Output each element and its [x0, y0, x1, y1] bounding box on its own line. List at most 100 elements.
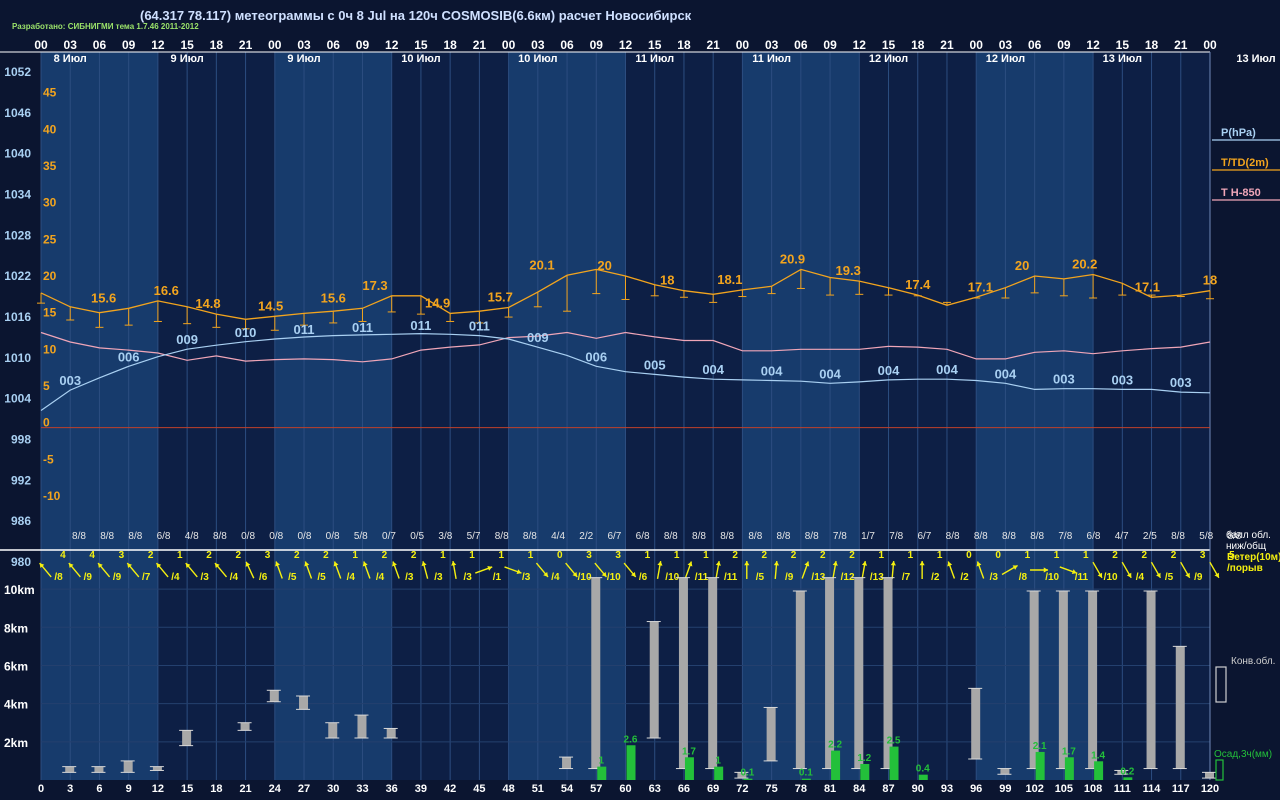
pressure-label: 006: [585, 349, 607, 364]
wind-gust: /4: [171, 572, 180, 583]
wind-legend: /порыв: [1227, 563, 1263, 574]
cloud-cover-label: 0/7: [382, 531, 396, 542]
wind-gust: /10: [1045, 572, 1059, 583]
pressure-label: 011: [469, 319, 490, 334]
wind-speed: 4: [60, 550, 66, 561]
cloud-cover-label: 5/8: [1199, 531, 1213, 542]
wind-speed: 1: [499, 550, 505, 561]
height-tick: 8km: [4, 621, 28, 635]
pressure-label: 004: [702, 362, 724, 377]
forecast-hour-label: 105: [1055, 783, 1073, 795]
hour-label: 12: [619, 38, 633, 52]
forecast-hour-label: 57: [590, 783, 602, 795]
precip-bar: [889, 746, 899, 780]
wind-speed: 1: [177, 550, 183, 561]
temp-tick: 35: [43, 159, 57, 173]
pressure-tick: 1010: [4, 351, 31, 365]
wind-gust: /4: [376, 572, 385, 583]
hour-label: 03: [531, 38, 545, 52]
wind-gust: /7: [142, 572, 151, 583]
forecast-hour-label: 69: [707, 783, 719, 795]
pressure-label: 011: [410, 318, 431, 333]
precip-bar: [1064, 757, 1074, 780]
cloud-cover-label: 0/8: [326, 531, 340, 542]
forecast-hour-label: 111: [1114, 783, 1131, 795]
temperature-label: 15.6: [91, 290, 116, 305]
wind-gust: /8: [54, 572, 63, 583]
wind-gust: /9: [785, 572, 794, 583]
temperature-label: 15.7: [488, 290, 513, 305]
precip-label: 1: [598, 756, 604, 767]
forecast-hour-label: 48: [502, 783, 514, 795]
forecast-hour-label: 72: [736, 783, 748, 795]
forecast-hour-label: 39: [415, 783, 427, 795]
hour-label: 21: [473, 38, 487, 52]
wind-speed: 1: [1025, 550, 1031, 561]
cloud-cover-label: 5/8: [354, 531, 368, 542]
precip-legend-icon: [1215, 759, 1224, 781]
wind-speed: 1: [703, 550, 709, 561]
precip-label: 1.7: [682, 746, 696, 757]
wind-speed: 2: [762, 550, 768, 561]
forecast-hour-label: 21: [239, 783, 251, 795]
convective-cloud: [299, 696, 309, 710]
wind-gust: /3: [464, 572, 473, 583]
cloud-cover-label: 7/8: [1058, 531, 1072, 542]
wind-speed: 1: [528, 550, 534, 561]
temp-tick: 45: [43, 86, 57, 100]
pressure-tick: 1016: [4, 310, 31, 324]
cloud-cover-label: 8/8: [213, 531, 227, 542]
temperature-label: 20.1: [529, 257, 554, 272]
cloud-cover-label: 6/8: [636, 531, 650, 542]
cloud-cover-label: 8/8: [72, 531, 86, 542]
temp-tick: 15: [43, 306, 57, 320]
legend-temperature: T/TD(2m): [1221, 157, 1269, 169]
temp-tick: 20: [43, 269, 57, 283]
precip-label: 0.2: [1120, 766, 1134, 777]
cloud-cover-label: 5/7: [467, 531, 481, 542]
hour-label: 06: [93, 38, 107, 52]
precip-bar: [860, 763, 870, 780]
cloud-cover-label: 8/8: [805, 531, 819, 542]
precip-bar: [1123, 777, 1133, 780]
convective-cloud: [795, 591, 805, 769]
hour-label: 18: [210, 38, 224, 52]
forecast-hour-label: 18: [210, 783, 222, 795]
pressure-tick: 1004: [4, 392, 31, 406]
temperature-label: 20.2: [1072, 257, 1097, 272]
precip-bar: [801, 778, 811, 780]
wind-gust: /10: [607, 572, 621, 583]
forecast-hour-label: 60: [619, 783, 631, 795]
wind-speed: 2: [1141, 550, 1147, 561]
cloud-cover-label: 4/8: [185, 531, 199, 542]
wind-gust: /11: [724, 572, 738, 583]
hour-label: 15: [882, 38, 896, 52]
hour-label: 09: [823, 38, 837, 52]
cloud-cover-label: 2/5: [1143, 531, 1157, 542]
convective-cloud: [591, 577, 601, 769]
temperature-label: 15.6: [321, 290, 346, 305]
wind-speed: 1: [440, 550, 446, 561]
wind-speed: 0: [557, 550, 563, 561]
forecast-hour-label: 120: [1201, 783, 1219, 795]
forecast-hour-label: 54: [561, 783, 574, 795]
pressure-label: 011: [294, 322, 315, 337]
temperature-label: 18: [1203, 273, 1217, 288]
hour-label: 21: [239, 38, 253, 52]
cloud-cover-label: 0/8: [297, 531, 311, 542]
wind-speed: 2: [411, 550, 417, 561]
forecast-hour-label: 75: [766, 783, 778, 795]
temperature-label: 19.3: [836, 263, 861, 278]
cloud-cover-label: 6/8: [1087, 531, 1101, 542]
day-label: 13 Июл: [1103, 53, 1142, 65]
hour-label: 12: [385, 38, 399, 52]
hour-label: 03: [64, 38, 78, 52]
wind-speed: 0: [966, 550, 972, 561]
cloud-cover-label: 2/2: [579, 531, 593, 542]
hour-label: 18: [677, 38, 691, 52]
wind-gust: /6: [639, 572, 648, 583]
height-tick: 4km: [4, 698, 28, 712]
day-label: 10 Июл: [401, 53, 440, 65]
temperature-label: 17.3: [362, 278, 387, 293]
hour-label: 15: [180, 38, 194, 52]
